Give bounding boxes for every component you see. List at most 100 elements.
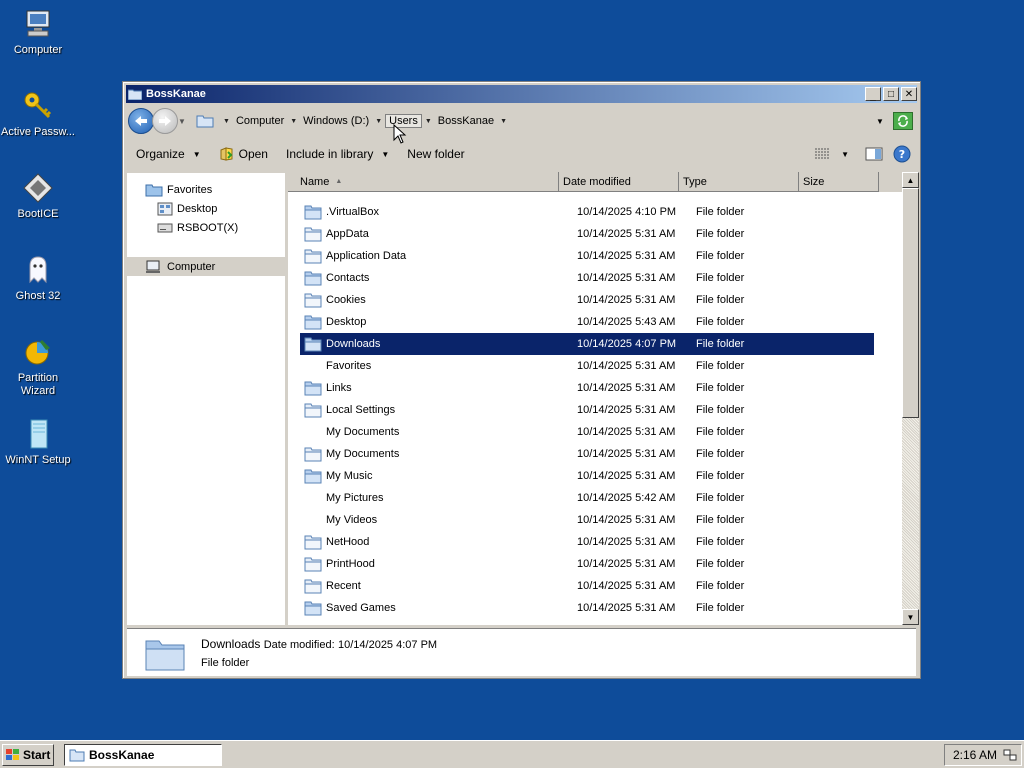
file-date: 10/14/2025 5:31 AM	[577, 228, 676, 240]
file-type: File folder	[696, 316, 745, 328]
file-row[interactable]: Cookies 10/14/2025 5:31 AM File folder	[300, 289, 874, 311]
nav-item-rsboot[interactable]: RSBOOT(X)	[157, 221, 238, 235]
column-type[interactable]: Type	[679, 172, 799, 192]
file-name: PrintHood	[326, 558, 375, 570]
folder-icon	[69, 749, 85, 761]
file-type: File folder	[696, 294, 745, 306]
file-type: File folder	[696, 404, 745, 416]
back-button[interactable]	[128, 108, 154, 134]
title-bar[interactable]: BossKanae _ □ ✕	[126, 85, 917, 103]
recent-pages-dropdown[interactable]: ▼	[178, 117, 188, 126]
column-label: Date modified	[563, 175, 631, 188]
file-row[interactable]: Recent 10/14/2025 5:31 AM File folder	[300, 575, 874, 597]
file-row[interactable]: Local Settings 10/14/2025 5:31 AM File fol…	[300, 399, 874, 421]
desktop-icon-active-password[interactable]: Active Passw...	[0, 90, 76, 139]
file-name: Downloads	[326, 338, 381, 350]
preview-pane-icon[interactable]	[865, 146, 883, 162]
new-folder-button[interactable]: New folder	[407, 147, 464, 161]
file-date: 10/14/2025 5:31 AM	[577, 514, 676, 526]
command-bar: Organize ▼ Open Include in library ▼ New f…	[126, 139, 917, 169]
arrow-up-icon: ▲	[906, 175, 915, 185]
file-row[interactable]: Application Data 10/14/2025 5:31 AM File f…	[300, 245, 874, 267]
file-row[interactable]: My Videos 10/14/2025 5:31 AM File folder	[300, 509, 874, 531]
folder-icon	[304, 403, 322, 418]
view-options-dropdown[interactable]: ▼	[841, 150, 849, 159]
file-row[interactable]: NetHood 10/14/2025 5:31 AM File folder	[300, 531, 874, 553]
file-date: 10/14/2025 5:31 AM	[577, 448, 676, 460]
maximize-button[interactable]: □	[883, 87, 899, 101]
drive-icon	[157, 223, 173, 233]
breadcrumb-bosskanae[interactable]: BossKanae	[435, 115, 497, 127]
desktop-icon-ghost32[interactable]: Ghost 32	[0, 254, 76, 303]
view-options-icon[interactable]	[813, 146, 831, 162]
system-tray: 2:16 AM	[944, 743, 1022, 766]
breadcrumb-computer[interactable]: Computer	[233, 115, 287, 127]
chevron-down-icon[interactable]: ▼	[422, 118, 435, 125]
chevron-down-icon[interactable]: ▼	[220, 118, 233, 125]
file-row[interactable]: My Documents 10/14/2025 5:31 AM File folde…	[300, 443, 874, 465]
refresh-button[interactable]	[893, 112, 913, 130]
file-type: File folder	[696, 426, 745, 438]
file-row[interactable]: Saved Games 10/14/2025 5:31 AM File folder	[300, 597, 874, 619]
file-row[interactable]: My Music 10/14/2025 5:31 AM File folder	[300, 465, 874, 487]
file-date: 10/14/2025 5:31 AM	[577, 360, 676, 372]
file-row[interactable]: Downloads 10/14/2025 4:07 PM File folder	[300, 333, 874, 355]
include-in-library-button[interactable]: Include in library ▼	[286, 147, 389, 161]
forward-button[interactable]	[152, 108, 178, 134]
desktop-icon-booticе[interactable]: BootICE	[0, 172, 76, 221]
file-name: AppData	[326, 228, 369, 240]
svg-text:?: ?	[899, 148, 905, 161]
open-label: Open	[238, 147, 268, 161]
file-name: Local Settings	[326, 404, 396, 416]
minimize-button[interactable]: _	[865, 87, 881, 102]
file-row[interactable]: Links 10/14/2025 5:31 AM File folder	[300, 377, 874, 399]
desktop-icon	[157, 202, 173, 216]
address-bar: ▼ ▼ Computer ▼ Windows (D:) ▼ Users ▼ Bo…	[128, 107, 915, 135]
scroll-up-button[interactable]: ▲	[902, 172, 919, 188]
help-icon[interactable]: ?	[893, 145, 911, 163]
column-label: Size	[803, 175, 825, 188]
desktop-icon-computer[interactable]: Computer	[0, 8, 76, 57]
chevron-down-icon[interactable]: ▼	[497, 118, 510, 125]
column-name[interactable]: Name ▲	[288, 172, 559, 192]
file-type: File folder	[696, 250, 745, 262]
file-row[interactable]: AppData 10/14/2025 5:31 AM File folder	[300, 223, 874, 245]
file-row[interactable]: Desktop 10/14/2025 5:43 AM File folder	[300, 311, 874, 333]
address-history-dropdown[interactable]: ▼	[871, 117, 889, 126]
taskbar-item-bosskanae[interactable]: BossKanae	[64, 743, 222, 766]
chevron-down-icon: ▼	[381, 149, 390, 159]
file-row[interactable]: Favorites 10/14/2025 5:31 AM File folder	[300, 355, 874, 377]
folder-icon	[304, 271, 322, 286]
network-icon[interactable]	[1003, 748, 1017, 762]
desktop-icon-winnt-setup[interactable]: WinNT Setup	[0, 418, 76, 467]
favorites-folder-icon	[145, 184, 163, 197]
file-name: My Documents	[326, 426, 400, 438]
file-date: 10/14/2025 4:07 PM	[577, 338, 677, 350]
chevron-down-icon[interactable]: ▼	[287, 118, 300, 125]
column-date[interactable]: Date modified	[559, 172, 679, 192]
organize-button[interactable]: Organize ▼	[136, 147, 201, 161]
clock[interactable]: 2:16 AM	[953, 748, 997, 762]
nav-item-computer[interactable]: Computer	[127, 257, 285, 276]
file-row[interactable]: My Documents 10/14/2025 5:31 AM File folde…	[300, 421, 874, 443]
folder-icon	[304, 249, 322, 264]
nav-item-desktop[interactable]: Desktop	[157, 202, 217, 216]
file-name: .VirtualBox	[326, 206, 379, 218]
file-row[interactable]: .VirtualBox 10/14/2025 4:10 PM File folder	[300, 201, 874, 223]
scroll-down-button[interactable]: ▼	[902, 609, 919, 625]
nav-item-favorites[interactable]: Favorites	[145, 183, 212, 197]
vertical-scrollbar[interactable]: ▲ ▼	[902, 172, 919, 625]
file-row[interactable]: Contacts 10/14/2025 5:31 AM File folder	[300, 267, 874, 289]
scroll-thumb[interactable]	[902, 188, 919, 418]
file-row[interactable]: PrintHood 10/14/2025 5:31 AM File folder	[300, 553, 874, 575]
column-size[interactable]: Size	[799, 172, 879, 192]
file-date: 10/14/2025 5:31 AM	[577, 382, 676, 394]
open-button[interactable]: Open	[219, 146, 268, 162]
close-button[interactable]: ✕	[901, 87, 917, 101]
chevron-down-icon[interactable]: ▼	[372, 118, 385, 125]
start-button[interactable]: Start	[2, 743, 54, 766]
desktop-icon-partition-wizard[interactable]: Partition Wizard	[0, 336, 76, 398]
file-row[interactable]: My Pictures 10/14/2025 5:42 AM File folder	[300, 487, 874, 509]
file-list: Name ▲ Date modified Type Size .VirtualB…	[288, 172, 919, 625]
breadcrumb-windows-d[interactable]: Windows (D:)	[300, 115, 372, 127]
